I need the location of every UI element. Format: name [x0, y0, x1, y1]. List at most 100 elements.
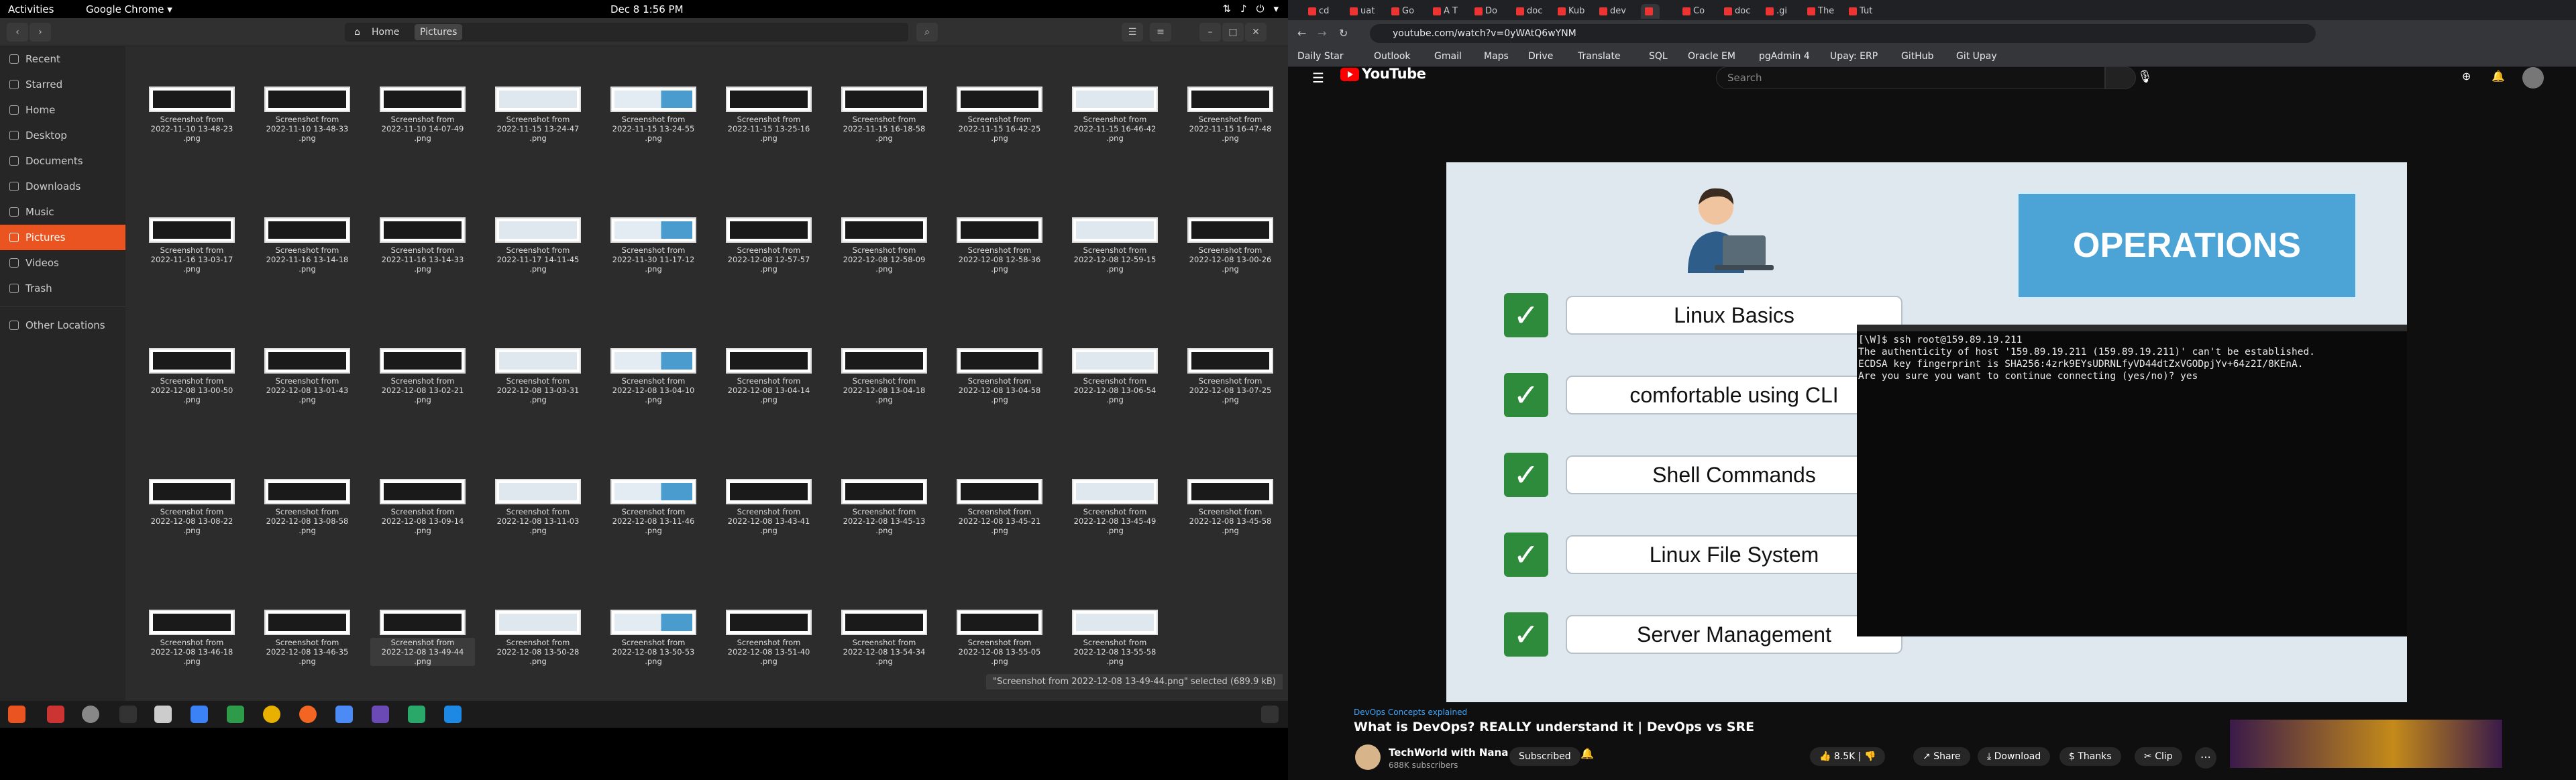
browser-tab[interactable]: Tut: [1849, 4, 1872, 19]
hashtag-link[interactable]: DevOps Concepts explained: [1354, 708, 1754, 717]
share-button[interactable]: ↗ Share: [1913, 747, 1970, 766]
file-item[interactable]: Screenshot from 2022-11-10 13-48-33 .png: [255, 87, 360, 143]
microphone-icon[interactable]: 🎙: [2137, 70, 2153, 84]
activities-button[interactable]: Activities: [8, 3, 54, 15]
breadcrumb-pictures[interactable]: Pictures: [415, 24, 463, 40]
more-button[interactable]: ⋯: [2195, 747, 2216, 769]
video-player[interactable]: OPERATIONS ✓ Linux Basics ✓ comfortable usi…: [1446, 162, 2407, 702]
bell-icon[interactable]: 🔔: [1580, 747, 1594, 760]
file-item[interactable]: Screenshot from 2022-11-16 13-14-18 .png: [255, 217, 360, 274]
file-item[interactable]: Screenshot from 2022-12-08 13-04-10 .png: [601, 348, 706, 404]
bookmark[interactable]: Daily Star: [1297, 51, 1344, 62]
forward-arrow-icon[interactable]: →: [1318, 27, 1326, 40]
file-item[interactable]: Screenshot from 2022-12-08 13-07-25 .png: [1178, 348, 1283, 404]
browser-tab[interactable]: Co: [1682, 4, 1705, 19]
file-item[interactable]: Screenshot from 2022-11-15 16-18-58 .png: [832, 87, 936, 143]
file-item[interactable]: Screenshot from 2022-12-08 13-43-41 .png: [716, 479, 821, 535]
bookmark[interactable]: Git Upay: [1956, 51, 1997, 62]
bookmark[interactable]: Oracle EM: [1688, 51, 1735, 62]
back-button[interactable]: ‹: [7, 23, 28, 42]
file-item[interactable]: Screenshot from 2022-12-08 13-45-58 .png: [1178, 479, 1283, 535]
browser-tab[interactable]: dev: [1599, 4, 1626, 19]
youtube-logo[interactable]: YouTube: [1340, 66, 1426, 82]
file-item[interactable]: Screenshot from 2022-11-15 13-24-47 .png: [486, 87, 590, 143]
file-item[interactable]: Screenshot from 2022-12-08 13-04-14 .png: [716, 348, 821, 404]
file-item[interactable]: Screenshot from 2022-11-15 13-25-16 .png: [716, 87, 821, 143]
create-icon[interactable]: ⊕: [2462, 70, 2471, 82]
breadcrumb-home[interactable]: Home: [372, 27, 399, 38]
file-item[interactable]: Screenshot from 2022-12-08 13-08-22 .png: [140, 479, 244, 535]
app-icon[interactable]: [335, 706, 353, 723]
browser-tab[interactable]: Kub: [1558, 4, 1585, 19]
file-item[interactable]: Screenshot from 2022-12-08 13-51-40 .png: [716, 610, 821, 666]
maximize-button[interactable]: □: [1222, 23, 1244, 42]
sidebar-item-pictures[interactable]: Pictures: [0, 225, 125, 250]
file-item[interactable]: Screenshot from 2022-12-08 13-03-31 .png: [486, 348, 590, 404]
sidebar-item-home[interactable]: Home: [0, 97, 125, 123]
back-arrow-icon[interactable]: ←: [1297, 27, 1306, 40]
bookmark[interactable]: Translate: [1578, 51, 1621, 62]
file-item[interactable]: Screenshot from 2022-12-08 13-49-44 .png: [370, 610, 475, 666]
browser-tab[interactable]: .gi: [1766, 4, 1787, 19]
file-item[interactable]: Screenshot from 2022-12-08 13-11-46 .png: [601, 479, 706, 535]
menu-button[interactable]: ≡: [1150, 23, 1171, 42]
sidebar-item-downloads[interactable]: Downloads: [0, 174, 125, 199]
reload-icon[interactable]: ↻: [1339, 27, 1348, 40]
bookmark[interactable]: Gmail: [1434, 51, 1462, 62]
bookmark[interactable]: pgAdmin 4: [1759, 51, 1810, 62]
file-item[interactable]: Screenshot from 2022-11-30 11-17-12 .png: [601, 217, 706, 274]
system-tray[interactable]: ⇅ ♪ ⏻ ▾: [1222, 3, 1279, 15]
clip-button[interactable]: ✂ Clip: [2135, 747, 2182, 766]
bookmark[interactable]: Outlook: [1374, 51, 1411, 62]
file-item[interactable]: Screenshot from 2022-12-08 13-00-50 .png: [140, 348, 244, 404]
bookmark[interactable]: GitHub: [1901, 51, 1934, 62]
apps-grid-icon[interactable]: [1261, 706, 1279, 723]
file-item[interactable]: Screenshot from 2022-11-10 14-07-49 .png: [370, 87, 475, 143]
browser-tab[interactable]: [1641, 4, 1660, 19]
app-icon[interactable]: [408, 706, 425, 723]
file-item[interactable]: Screenshot from 2022-11-15 16-42-25 .png: [947, 87, 1052, 143]
bookmark[interactable]: Maps: [1484, 51, 1509, 62]
file-item[interactable]: Screenshot from 2022-12-08 13-54-34 .png: [832, 610, 936, 666]
app-icon[interactable]: [8, 706, 25, 723]
file-item[interactable]: Screenshot from 2022-12-08 13-00-26 .png: [1178, 217, 1283, 274]
file-item[interactable]: Screenshot from 2022-12-08 12-57-57 .png: [716, 217, 821, 274]
files-icon[interactable]: [154, 706, 172, 723]
subscribed-button[interactable]: Subscribed: [1509, 747, 1580, 766]
file-item[interactable]: Screenshot from 2022-12-08 13-04-58 .png: [947, 348, 1052, 404]
sidebar-item-trash[interactable]: Trash: [0, 276, 125, 301]
browser-tab[interactable]: A T: [1433, 4, 1458, 19]
sidebar-item-recent[interactable]: Recent: [0, 46, 125, 72]
forward-button[interactable]: ›: [30, 23, 51, 42]
file-item[interactable]: Screenshot from 2022-11-10 13-48-23 .png: [140, 87, 244, 143]
search-input[interactable]: Search: [1716, 66, 2105, 89]
search-button[interactable]: ⌕: [916, 23, 938, 42]
app-icon[interactable]: [372, 706, 389, 723]
bell-icon[interactable]: 🔔: [2491, 70, 2505, 82]
file-item[interactable]: Screenshot from 2022-12-08 13-55-05 .png: [947, 610, 1052, 666]
browser-tab[interactable]: Do: [1474, 4, 1497, 19]
file-item[interactable]: Screenshot from 2022-11-16 13-14-33 .png: [370, 217, 475, 274]
file-item[interactable]: Screenshot from 2022-12-08 13-04-18 .png: [832, 348, 936, 404]
ad-banner[interactable]: [2230, 720, 2502, 768]
browser-tab[interactable]: uat: [1350, 4, 1375, 19]
file-item[interactable]: Screenshot from 2022-11-15 16-46-42 .png: [1063, 87, 1167, 143]
address-bar[interactable]: youtube.com/watch?v=0yWAtQ6wYNM: [1370, 24, 2316, 43]
file-item[interactable]: Screenshot from 2022-11-15 16-47-48 .png: [1178, 87, 1283, 143]
thanks-button[interactable]: $ Thanks: [2059, 747, 2121, 766]
bookmark[interactable]: SQL: [1649, 51, 1668, 62]
channel-name[interactable]: TechWorld with Nana: [1389, 746, 1508, 759]
terminal-icon[interactable]: [119, 706, 137, 723]
browser-tab[interactable]: Go: [1391, 4, 1414, 19]
channel-avatar[interactable]: [1355, 744, 1381, 770]
sidebar-item-desktop[interactable]: Desktop: [0, 123, 125, 148]
like-button[interactable]: 👍 8.5K | 👎: [1810, 747, 1886, 766]
bookmark[interactable]: Upay: ERP: [1830, 51, 1878, 62]
clock[interactable]: Dec 8 1:56 PM: [610, 3, 684, 15]
sidebar-item-starred[interactable]: Starred: [0, 72, 125, 97]
app-icon[interactable]: [82, 706, 99, 723]
file-item[interactable]: Screenshot from 2022-12-08 12-58-09 .png: [832, 217, 936, 274]
file-item[interactable]: Screenshot from 2022-12-08 13-46-18 .png: [140, 610, 244, 666]
file-item[interactable]: Screenshot from 2022-12-08 13-45-49 .png: [1063, 479, 1167, 535]
file-item[interactable]: Screenshot from 2022-12-08 13-50-53 .png: [601, 610, 706, 666]
